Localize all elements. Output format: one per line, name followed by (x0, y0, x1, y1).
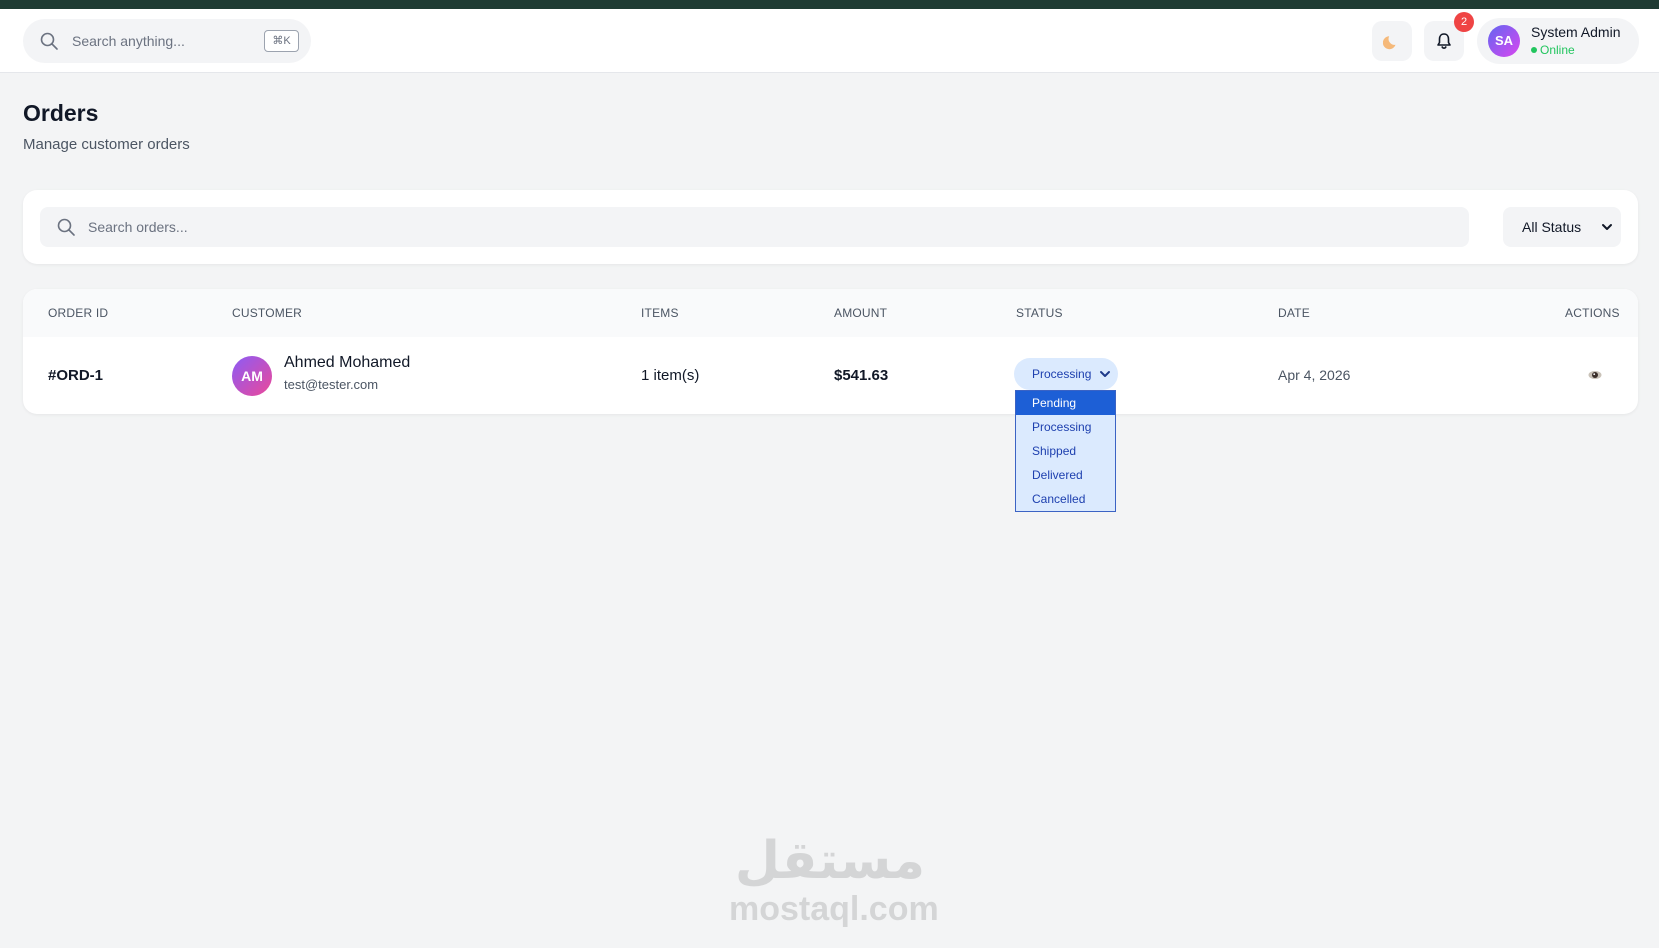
status-option-processing[interactable]: Processing (1016, 415, 1115, 439)
column-header-items: ITEMS (641, 306, 679, 320)
column-header-amount: AMOUNT (834, 306, 888, 320)
order-search-input[interactable]: Search orders... (40, 207, 1469, 247)
page-title: Orders (23, 100, 99, 126)
user-status: Online (1531, 43, 1575, 57)
keyboard-shortcut-hint: ⌘K (264, 30, 299, 52)
status-filter-value: All Status (1522, 219, 1582, 235)
chevron-down-icon (1100, 371, 1110, 377)
status-option-shipped[interactable]: Shipped (1016, 439, 1115, 463)
user-status-label: Online (1540, 43, 1575, 57)
search-icon (40, 32, 58, 50)
top-bar: Search anything... ⌘K 2 SA System Admin … (0, 9, 1659, 73)
top-accent-stripe (0, 0, 1659, 9)
table-row[interactable]: #ORD-1 AM Ahmed Mohamed test@tester.com … (23, 337, 1638, 414)
column-header-date: DATE (1278, 306, 1310, 320)
global-search-placeholder: Search anything... (72, 33, 185, 49)
filter-card: Search orders... All Status (23, 190, 1638, 264)
column-header-actions: ACTIONS (1565, 306, 1620, 320)
customer-avatar: AM (232, 356, 272, 396)
global-search-input[interactable]: Search anything... ⌘K (23, 19, 311, 63)
chevron-down-icon (1602, 224, 1612, 230)
order-id: #ORD-1 (48, 367, 104, 384)
online-status-dot (1531, 47, 1537, 53)
orders-table: ORDER ID CUSTOMER ITEMS AMOUNT STATUS DA… (23, 289, 1638, 414)
order-search-placeholder: Search orders... (88, 219, 188, 235)
notification-count-badge: 2 (1454, 12, 1474, 32)
watermark-arabic-text: مستقل (734, 831, 926, 891)
order-date: Apr 4, 2026 (1278, 367, 1351, 383)
customer-name: Ahmed Mohamed (284, 354, 411, 371)
user-profile-menu[interactable]: SA System Admin Online (1477, 18, 1639, 64)
order-items-count: 1 item(s) (641, 367, 700, 384)
watermark-logo: مستقل mostaql.com (729, 831, 939, 932)
status-option-delivered[interactable]: Delivered (1016, 463, 1115, 487)
status-option-cancelled[interactable]: Cancelled (1016, 487, 1115, 511)
user-name: System Admin (1531, 24, 1621, 40)
user-avatar: SA (1488, 25, 1520, 57)
status-dropdown-list: Pending Processing Shipped Delivered Can… (1015, 390, 1116, 512)
table-header: ORDER ID CUSTOMER ITEMS AMOUNT STATUS DA… (23, 289, 1638, 337)
search-icon (57, 218, 75, 236)
column-header-customer: CUSTOMER (232, 306, 303, 320)
status-option-pending[interactable]: Pending (1016, 391, 1115, 415)
order-status-value: Processing (1032, 367, 1092, 381)
theme-toggle-button[interactable] (1372, 21, 1412, 61)
bell-icon (1437, 33, 1451, 49)
order-amount: $541.63 (834, 367, 889, 384)
moon-icon (1383, 36, 1396, 50)
notifications-button[interactable]: 2 (1424, 12, 1474, 61)
status-filter-select[interactable]: All Status (1503, 207, 1621, 247)
view-order-eye-icon[interactable] (1587, 367, 1603, 383)
customer-email: test@tester.com (284, 377, 379, 392)
watermark-latin-text: mostaql.com (729, 890, 939, 928)
order-status-select[interactable]: Processing (1014, 358, 1118, 390)
column-header-order-id: ORDER ID (48, 306, 109, 320)
column-header-status: STATUS (1016, 306, 1063, 320)
page-subtitle: Manage customer orders (23, 136, 190, 153)
